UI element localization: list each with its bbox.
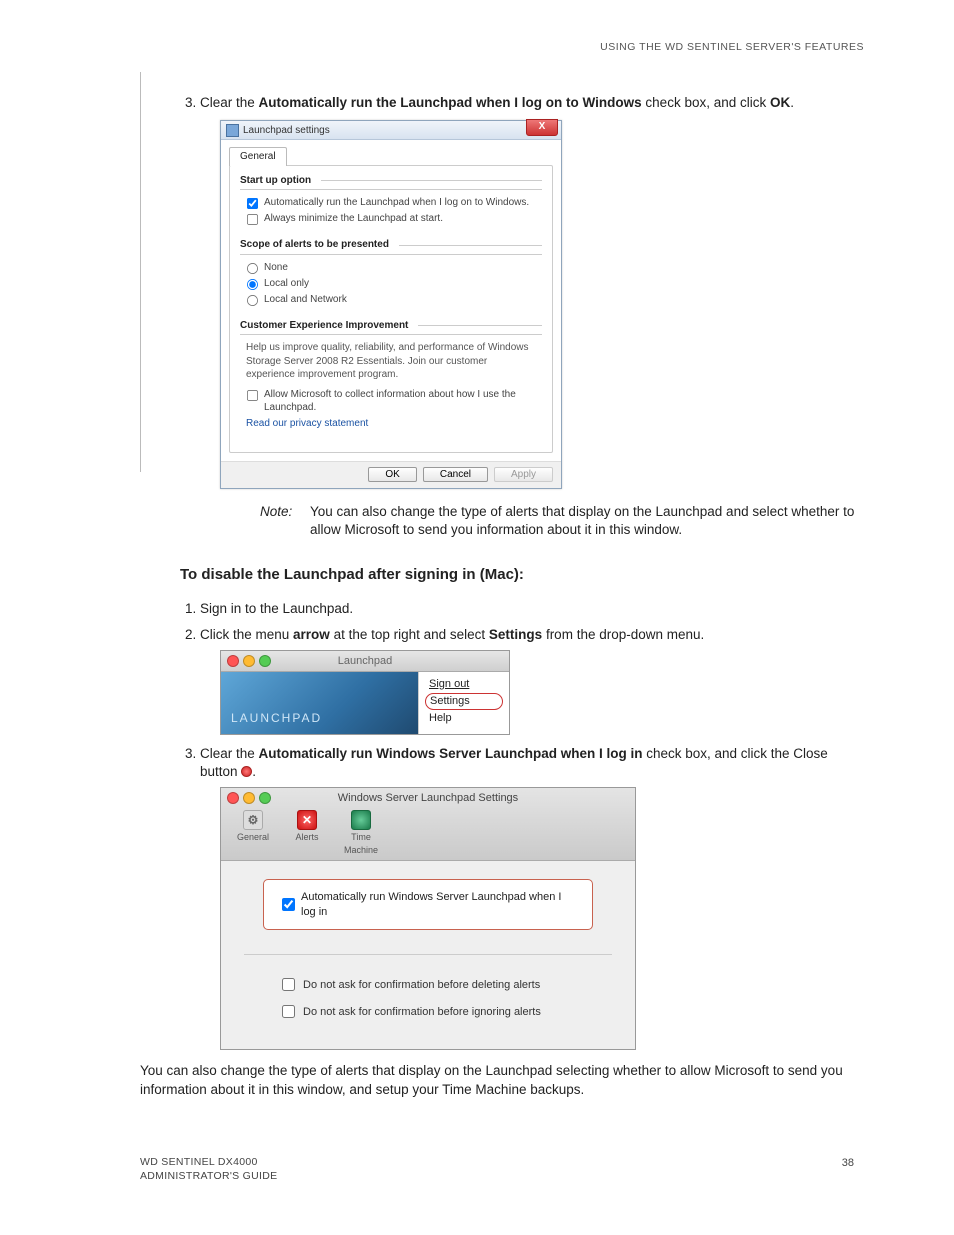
chk-auto-run[interactable] bbox=[247, 198, 258, 209]
mac-step-3: Clear the Automatically run Windows Serv… bbox=[200, 745, 864, 1050]
close-button[interactable]: X bbox=[526, 119, 558, 136]
close-icon[interactable] bbox=[227, 655, 239, 667]
mac-settings-dialog: Windows Server Launchpad Settings ⚙ Gene… bbox=[220, 787, 636, 1050]
menu-signout[interactable]: Sign out bbox=[419, 676, 509, 693]
menu-settings[interactable]: Settings bbox=[425, 693, 503, 710]
mac-step-2: Click the menu arrow at the top right an… bbox=[200, 626, 864, 735]
tab-alerts[interactable]: ✕ Alerts bbox=[285, 810, 329, 855]
group-startup-title: Start up option bbox=[240, 174, 542, 191]
gear-icon: ⚙ bbox=[243, 810, 263, 830]
mac-step-1: Sign in to the Launchpad. bbox=[200, 600, 864, 618]
menu-help[interactable]: Help bbox=[419, 710, 509, 727]
time-machine-icon bbox=[351, 810, 371, 830]
alert-icon: ✕ bbox=[297, 810, 317, 830]
chk-minimize[interactable] bbox=[247, 214, 258, 225]
note-block: Note: You can also change the type of al… bbox=[260, 503, 864, 539]
minimize-icon[interactable] bbox=[243, 655, 255, 667]
zoom-icon[interactable] bbox=[259, 655, 271, 667]
step3-mid: check box, and click bbox=[642, 95, 770, 110]
close-dot-icon bbox=[241, 766, 252, 777]
radio-none[interactable] bbox=[247, 263, 258, 274]
chk-allow-ms[interactable] bbox=[247, 390, 258, 401]
opt-auto-run[interactable]: Automatically run the Launchpad when I l… bbox=[246, 196, 542, 210]
mac-mini-screenshot: Launchpad LAUNCHPAD Sign out Settings He… bbox=[220, 650, 510, 735]
tab-general[interactable]: ⚙ General bbox=[231, 810, 275, 855]
step-3-win: Clear the Automatically run the Launchpa… bbox=[200, 94, 864, 539]
win-title: Launchpad settings bbox=[243, 124, 330, 138]
opt-auto-run-mac[interactable]: Automatically run Windows Server Launchp… bbox=[263, 879, 593, 931]
divider bbox=[244, 954, 612, 955]
win-titlebar: Launchpad settings X bbox=[221, 121, 561, 140]
mac-heading: To disable the Launchpad after signing i… bbox=[180, 565, 864, 585]
closing-paragraph: You can also change the type of alerts t… bbox=[140, 1062, 864, 1098]
note-label: Note: bbox=[260, 503, 310, 539]
opt-no-confirm-ignore[interactable]: Do not ask for confirmation before ignor… bbox=[278, 1002, 578, 1021]
radio-network[interactable] bbox=[247, 295, 258, 306]
cei-desc: Help us improve quality, reliability, an… bbox=[246, 341, 536, 382]
tab-time-machine[interactable]: Time Machine bbox=[339, 810, 383, 855]
footer-left: WD SENTINEL DX4000 ADMINISTRATOR'S GUIDE bbox=[140, 1155, 277, 1183]
traffic-lights[interactable] bbox=[227, 655, 271, 667]
ok-button[interactable]: OK bbox=[368, 467, 416, 482]
step3-bold1: Automatically run the Launchpad when I l… bbox=[259, 95, 642, 110]
opt-allow-ms[interactable]: Allow Microsoft to collect information a… bbox=[246, 388, 542, 415]
chk-no-confirm-ignore[interactable] bbox=[282, 1005, 295, 1018]
launchpad-settings-dialog: Launchpad settings X General Start up op… bbox=[220, 120, 562, 489]
opt-scope-local[interactable]: Local only bbox=[246, 277, 542, 291]
page-number: 38 bbox=[842, 1156, 854, 1171]
opt-no-confirm-delete[interactable]: Do not ask for confirmation before delet… bbox=[278, 975, 578, 994]
step3-suffix: . bbox=[790, 95, 794, 110]
chk-no-confirm-delete[interactable] bbox=[282, 978, 295, 991]
mac-hero: LAUNCHPAD bbox=[221, 672, 418, 734]
section-rule bbox=[140, 72, 141, 472]
mac-dialog-title: Windows Server Launchpad Settings bbox=[221, 791, 635, 806]
group-cei-title: Customer Experience Improvement bbox=[240, 319, 542, 336]
chk-auto-run-mac[interactable] bbox=[282, 898, 295, 911]
privacy-link[interactable]: Read our privacy statement bbox=[246, 417, 542, 431]
note-text: You can also change the type of alerts t… bbox=[310, 503, 864, 539]
mac-dropdown: Sign out Settings Help bbox=[418, 672, 509, 734]
cancel-button[interactable]: Cancel bbox=[423, 467, 488, 482]
window-icon bbox=[226, 124, 239, 137]
opt-minimize[interactable]: Always minimize the Launchpad at start. bbox=[246, 212, 542, 226]
tab-general[interactable]: General bbox=[229, 147, 287, 166]
apply-button[interactable]: Apply bbox=[494, 467, 553, 482]
group-scope-title: Scope of alerts to be presented bbox=[240, 238, 542, 255]
opt-scope-network[interactable]: Local and Network bbox=[246, 293, 542, 307]
radio-local[interactable] bbox=[247, 279, 258, 290]
opt-scope-none[interactable]: None bbox=[246, 261, 542, 275]
step3-bold2: OK bbox=[770, 95, 790, 110]
step3-text: Clear the bbox=[200, 95, 259, 110]
page-header: USING THE WD SENTINEL SERVER'S FEATURES bbox=[140, 40, 864, 54]
